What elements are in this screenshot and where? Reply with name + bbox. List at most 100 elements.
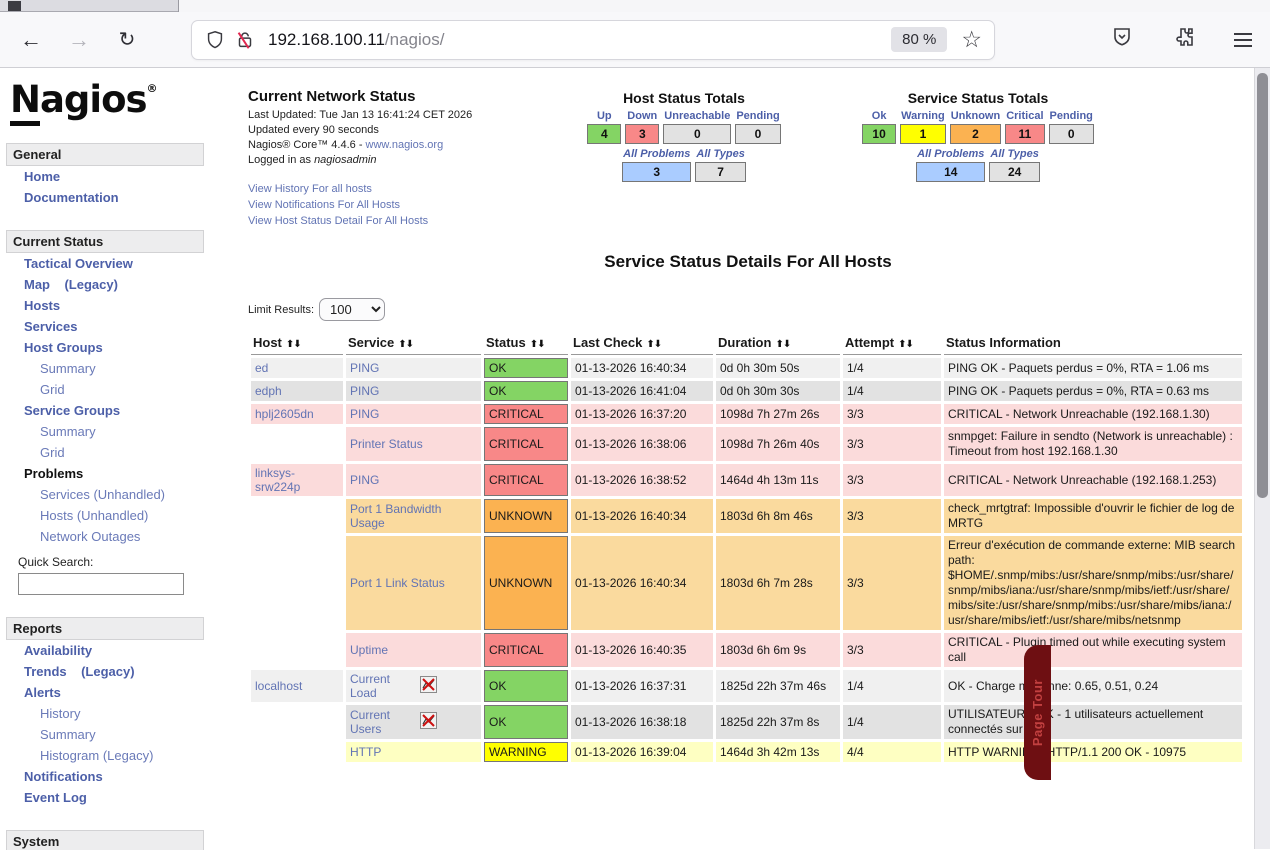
sort-icons[interactable]: ⬆⬇ xyxy=(530,339,545,350)
totals-value-all-types[interactable]: 7 xyxy=(695,162,746,182)
totals-value-warning[interactable]: 1 xyxy=(900,124,946,144)
sort-icons[interactable]: ⬆⬇ xyxy=(398,339,413,350)
perfdata-graph-icon[interactable] xyxy=(420,676,437,696)
insecure-lock-icon[interactable] xyxy=(230,25,260,55)
host-cell: edph xyxy=(251,381,343,401)
sort-icons[interactable]: ⬆⬇ xyxy=(286,339,301,350)
sidebar-item-grid[interactable]: Grid xyxy=(6,442,210,463)
service-link[interactable]: Printer Status xyxy=(350,437,423,451)
sidebar-item-home[interactable]: Home xyxy=(6,166,210,187)
service-link[interactable]: Current Load xyxy=(350,672,412,700)
quick-search-input[interactable] xyxy=(18,573,184,595)
sort-icons[interactable]: ⬆⬇ xyxy=(646,339,661,350)
reload-button[interactable]: ↻ xyxy=(110,23,144,57)
sidebar-item-availability[interactable]: Availability xyxy=(6,640,210,661)
host-link[interactable]: ed xyxy=(255,361,268,375)
totals-header-critical[interactable]: Critical xyxy=(1005,110,1044,122)
totals-header-all-types[interactable]: All Types xyxy=(989,148,1040,160)
totals-value-unreachable[interactable]: 0 xyxy=(663,124,731,144)
attempt-cell: 3/3 xyxy=(843,499,941,533)
host-link[interactable]: edph xyxy=(255,384,282,398)
service-link[interactable]: PING xyxy=(350,384,379,398)
totals-value-critical[interactable]: 11 xyxy=(1005,124,1044,144)
page-scrollbar[interactable] xyxy=(1254,68,1270,849)
totals-header-down[interactable]: Down xyxy=(625,110,659,122)
totals-header-unreachable[interactable]: Unreachable xyxy=(663,110,731,122)
totals-header-all-problems[interactable]: All Problems xyxy=(622,148,691,160)
status-badge: UNKNOWN xyxy=(484,499,568,533)
totals-value-all-problems[interactable]: 14 xyxy=(916,162,985,182)
totals-header-pending[interactable]: Pending xyxy=(735,110,780,122)
sidebar-item-history[interactable]: History xyxy=(6,703,210,724)
sidebar-item-host-groups[interactable]: Host Groups xyxy=(6,337,210,358)
perfdata-graph-icon[interactable] xyxy=(420,712,437,732)
tab-strip[interactable] xyxy=(0,0,1270,12)
service-link[interactable]: Port 1 Bandwidth Usage xyxy=(350,502,441,530)
totals-header-warning[interactable]: Warning xyxy=(900,110,946,122)
limit-results-select[interactable]: 100 xyxy=(319,298,385,321)
totals-header-all-problems[interactable]: All Problems xyxy=(916,148,985,160)
sidebar-item-alerts[interactable]: Alerts xyxy=(6,682,210,703)
sidebar-item-map-legacy[interactable]: Map (Legacy) xyxy=(6,274,210,295)
totals-value-up[interactable]: 4 xyxy=(587,124,621,144)
sidebar-item-service-groups[interactable]: Service Groups xyxy=(6,400,210,421)
sidebar-item-services-unhandled[interactable]: Services (Unhandled) xyxy=(6,484,210,505)
back-button[interactable]: ← xyxy=(14,23,48,57)
pocket-icon[interactable] xyxy=(1110,25,1134,54)
sort-icons[interactable]: ⬆⬇ xyxy=(775,339,790,350)
extensions-puzzle-icon[interactable] xyxy=(1172,25,1196,54)
scrollbar-thumb[interactable] xyxy=(1257,73,1268,498)
service-link[interactable]: Uptime xyxy=(350,643,388,657)
page-tour-ribbon[interactable]: Page Tour xyxy=(1024,645,1051,780)
hamburger-menu-icon[interactable] xyxy=(1234,33,1252,47)
sidebar-item-summary[interactable]: Summary xyxy=(6,421,210,442)
sidebar-item-event-log[interactable]: Event Log xyxy=(6,787,210,808)
host-link[interactable]: localhost xyxy=(255,679,302,693)
service-link[interactable]: Current Users xyxy=(350,708,412,736)
active-tab[interactable] xyxy=(179,0,1270,12)
host-link[interactable]: linksys-srw224p xyxy=(255,466,300,494)
view-history-link[interactable]: View History For all hosts xyxy=(248,181,578,197)
totals-value-unknown[interactable]: 2 xyxy=(950,124,1002,144)
sidebar-item-tactical-overview[interactable]: Tactical Overview xyxy=(6,253,210,274)
sidebar-item-summary[interactable]: Summary xyxy=(6,724,210,745)
totals-header-up[interactable]: Up xyxy=(587,110,621,122)
totals-header-ok[interactable]: Ok xyxy=(862,110,896,122)
totals-header-unknown[interactable]: Unknown xyxy=(950,110,1002,122)
totals-value-down[interactable]: 3 xyxy=(625,124,659,144)
service-link[interactable]: PING xyxy=(350,361,379,375)
service-link[interactable]: HTTP xyxy=(350,745,381,759)
sidebar-item-hosts-unhandled[interactable]: Hosts (Unhandled) xyxy=(6,505,210,526)
service-link[interactable]: PING xyxy=(350,473,379,487)
sidebar-item-notifications[interactable]: Notifications xyxy=(6,766,210,787)
table-row: Current UsersOK01-13-2026 16:38:181825d … xyxy=(251,705,1242,739)
totals-header-all-types[interactable]: All Types xyxy=(695,148,746,160)
sort-icons[interactable]: ⬆⬇ xyxy=(898,339,913,350)
shield-icon[interactable] xyxy=(200,25,230,55)
totals-header-pending[interactable]: Pending xyxy=(1049,110,1094,122)
sidebar-item-network-outages[interactable]: Network Outages xyxy=(6,526,210,547)
bookmark-star-icon[interactable]: ☆ xyxy=(961,26,982,53)
totals-value-pending[interactable]: 0 xyxy=(735,124,780,144)
sidebar-item-grid[interactable]: Grid xyxy=(6,379,210,400)
sidebar-item-hosts[interactable]: Hosts xyxy=(6,295,210,316)
service-link[interactable]: PING xyxy=(350,407,379,421)
sidebar-item-trends-legacy[interactable]: Trends (Legacy) xyxy=(6,661,210,682)
sidebar-item-histogram-legacy[interactable]: Histogram (Legacy) xyxy=(6,745,210,766)
view-host-status-link[interactable]: View Host Status Detail For All Hosts xyxy=(248,213,578,229)
sidebar-item-summary[interactable]: Summary xyxy=(6,358,210,379)
totals-value-all-problems[interactable]: 3 xyxy=(622,162,691,182)
service-link[interactable]: Port 1 Link Status xyxy=(350,576,445,590)
view-notifications-link[interactable]: View Notifications For All Hosts xyxy=(248,197,578,213)
zoom-level-badge[interactable]: 80 % xyxy=(891,27,947,52)
totals-value-pending[interactable]: 0 xyxy=(1049,124,1094,144)
sidebar-item-documentation[interactable]: Documentation xyxy=(6,187,210,208)
nagios-org-link[interactable]: www.nagios.org xyxy=(366,139,444,151)
forward-button[interactable]: → xyxy=(62,23,96,57)
status-badge: OK xyxy=(484,358,568,378)
host-link[interactable]: hplj2605dn xyxy=(255,407,314,421)
totals-value-all-types[interactable]: 24 xyxy=(989,162,1040,182)
sidebar-item-services[interactable]: Services xyxy=(6,316,210,337)
totals-value-ok[interactable]: 10 xyxy=(862,124,896,144)
url-bar[interactable]: 192.168.100.11/nagios/ 80 % ☆ xyxy=(192,21,994,59)
